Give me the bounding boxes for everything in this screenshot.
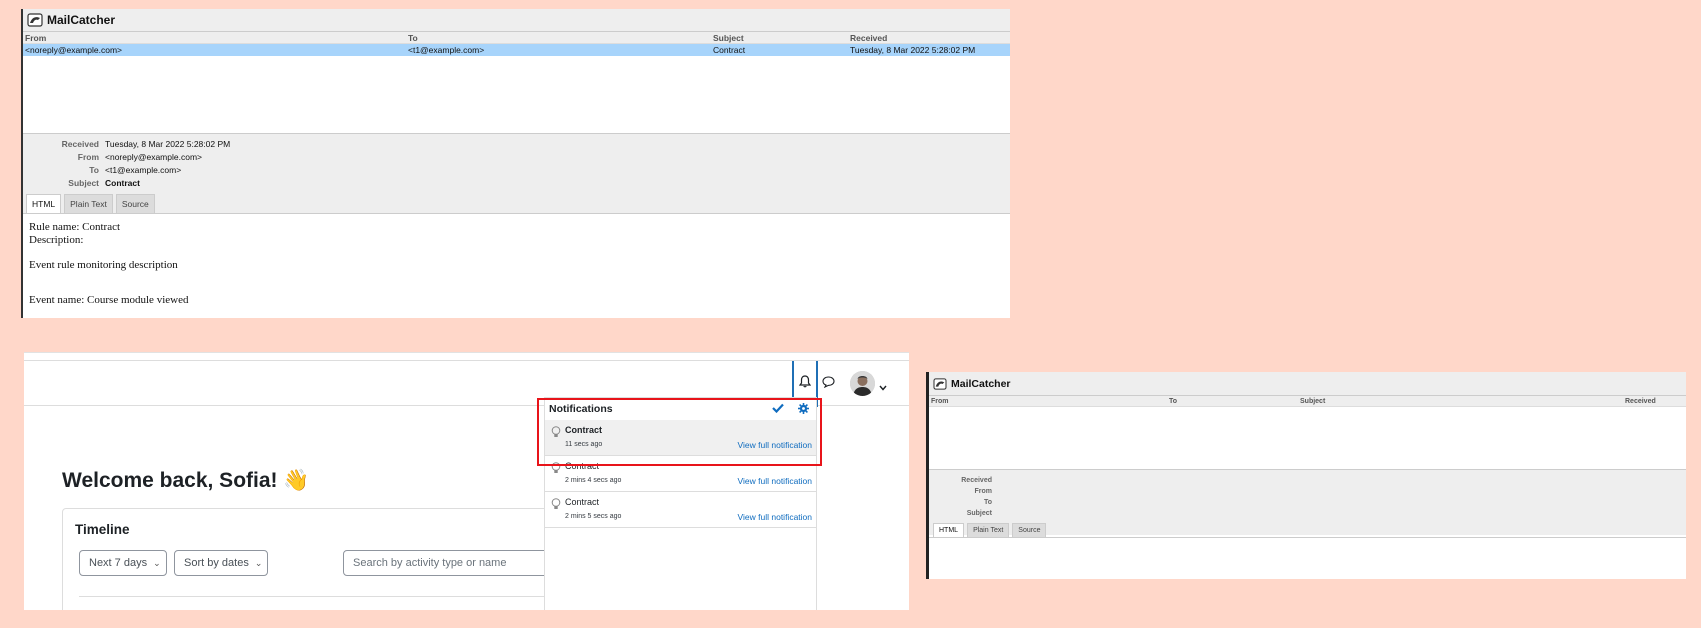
message-to: <t1@example.com> [408, 45, 485, 55]
tab-source[interactable]: Source [1012, 523, 1047, 537]
app-title: MailCatcher [47, 13, 116, 27]
timeline-title: Timeline [75, 522, 130, 537]
column-subject[interactable]: Subject [1298, 396, 1623, 406]
message-received: Tuesday, 8 Mar 2022 5:28:02 PM [850, 45, 976, 55]
view-full-notification-link[interactable]: View full notification [738, 476, 813, 486]
message-list: <noreply@example.com> <t1@example.com> C… [23, 44, 1010, 133]
message-subject: Contract [713, 45, 746, 55]
chevron-down-icon: ⌄ [153, 557, 161, 568]
to-label: To [89, 165, 99, 175]
notification-time: 2 mins 5 secs ago [565, 513, 622, 520]
received-value: Tuesday, 8 Mar 2022 5:28:02 PM [105, 139, 231, 149]
moodle-dashboard: Welcome back, Sofia! 👋 Timeline Next 7 d… [24, 352, 909, 610]
to-label: To [983, 499, 992, 506]
body-event-description: Event rule monitoring description [29, 259, 178, 271]
timeline-filter-value: Next 7 days [89, 557, 148, 569]
user-avatar[interactable] [850, 371, 875, 396]
notification-subject: Contract [565, 497, 600, 507]
column-received[interactable]: Received [848, 32, 1010, 43]
column-from[interactable]: From [23, 32, 406, 43]
timeline-block: Timeline Next 7 days ⌄ Sort by dates ⌄ S… [62, 508, 583, 610]
tab-html[interactable]: HTML [26, 194, 62, 213]
notification-item[interactable]: Contract 2 mins 5 secs ago View full not… [545, 492, 816, 528]
body-description: Description: [29, 234, 84, 246]
message-list-header: From To Subject Received [23, 32, 1010, 44]
subject-value: Contract [105, 178, 140, 188]
timeline-sort-select[interactable]: Sort by dates ⌄ [174, 550, 268, 576]
body-rule-name: Rule name: Contract [29, 221, 121, 233]
format-tabs: HTML Plain Text Source [23, 194, 1010, 214]
message-list [929, 407, 1686, 469]
mailcatcher-logo-icon [933, 377, 947, 390]
tab-html[interactable]: HTML [933, 523, 965, 537]
search-placeholder: Search by activity type or name [353, 557, 507, 569]
from-value: <noreply@example.com> [105, 152, 202, 162]
from-label: From [77, 152, 99, 162]
received-label: Received [961, 477, 992, 484]
body-event-name: Event name: Course module viewed [29, 294, 189, 306]
mailcatcher-header: MailCatcher [23, 9, 1010, 32]
lightbulb-icon [551, 497, 561, 515]
subject-label: Subject [68, 178, 99, 188]
message-list-header: From To Subject Received [929, 396, 1686, 407]
tab-source[interactable]: Source [115, 194, 155, 213]
highlight-box [537, 398, 822, 466]
tab-plain-text[interactable]: Plain Text [967, 523, 1010, 537]
column-received[interactable]: Received [1623, 396, 1686, 406]
chevron-down-icon[interactable] [879, 378, 887, 396]
message-from: <noreply@example.com> [25, 45, 122, 55]
mailcatcher-window: MailCatcher From To Subject Received <no… [21, 9, 1010, 318]
column-to[interactable]: To [1167, 396, 1298, 406]
tab-plain-text[interactable]: Plain Text [64, 194, 113, 213]
chevron-down-icon: ⌄ [254, 557, 263, 568]
message-metadata: Received From To Subject HTML Plain Text… [929, 469, 1686, 538]
timeline-filter-select[interactable]: Next 7 days ⌄ [79, 550, 167, 576]
from-label: From [974, 488, 993, 495]
to-value: <t1@example.com> [105, 165, 182, 175]
mailcatcher-logo-icon [27, 13, 43, 27]
page-title: Welcome back, Sofia! 👋 [62, 469, 310, 492]
column-subject[interactable]: Subject [711, 32, 848, 43]
divider [79, 596, 559, 597]
column-from[interactable]: From [929, 396, 1167, 406]
messages-icon[interactable] [822, 375, 835, 393]
message-metadata: Received Tuesday, 8 Mar 2022 5:28:02 PM F… [23, 133, 1010, 214]
notification-time: 2 mins 4 secs ago [565, 477, 622, 484]
timeline-sort-value: Sort by dates [184, 557, 249, 569]
format-tabs: HTML Plain Text Source [929, 523, 1686, 538]
message-body: Rule name: Contract Description: Event r… [23, 214, 1010, 318]
received-label: Received [61, 139, 99, 149]
column-to[interactable]: To [406, 32, 711, 43]
bell-icon [798, 375, 812, 393]
app-title: MailCatcher [951, 377, 1011, 390]
subject-label: Subject [966, 510, 992, 517]
view-full-notification-link[interactable]: View full notification [738, 512, 813, 522]
message-row[interactable]: <noreply@example.com> <t1@example.com> C… [23, 44, 1010, 56]
mailcatcher-window-empty: MailCatcher From To Subject Received Rec… [926, 372, 1686, 579]
mailcatcher-header: MailCatcher [929, 372, 1686, 396]
